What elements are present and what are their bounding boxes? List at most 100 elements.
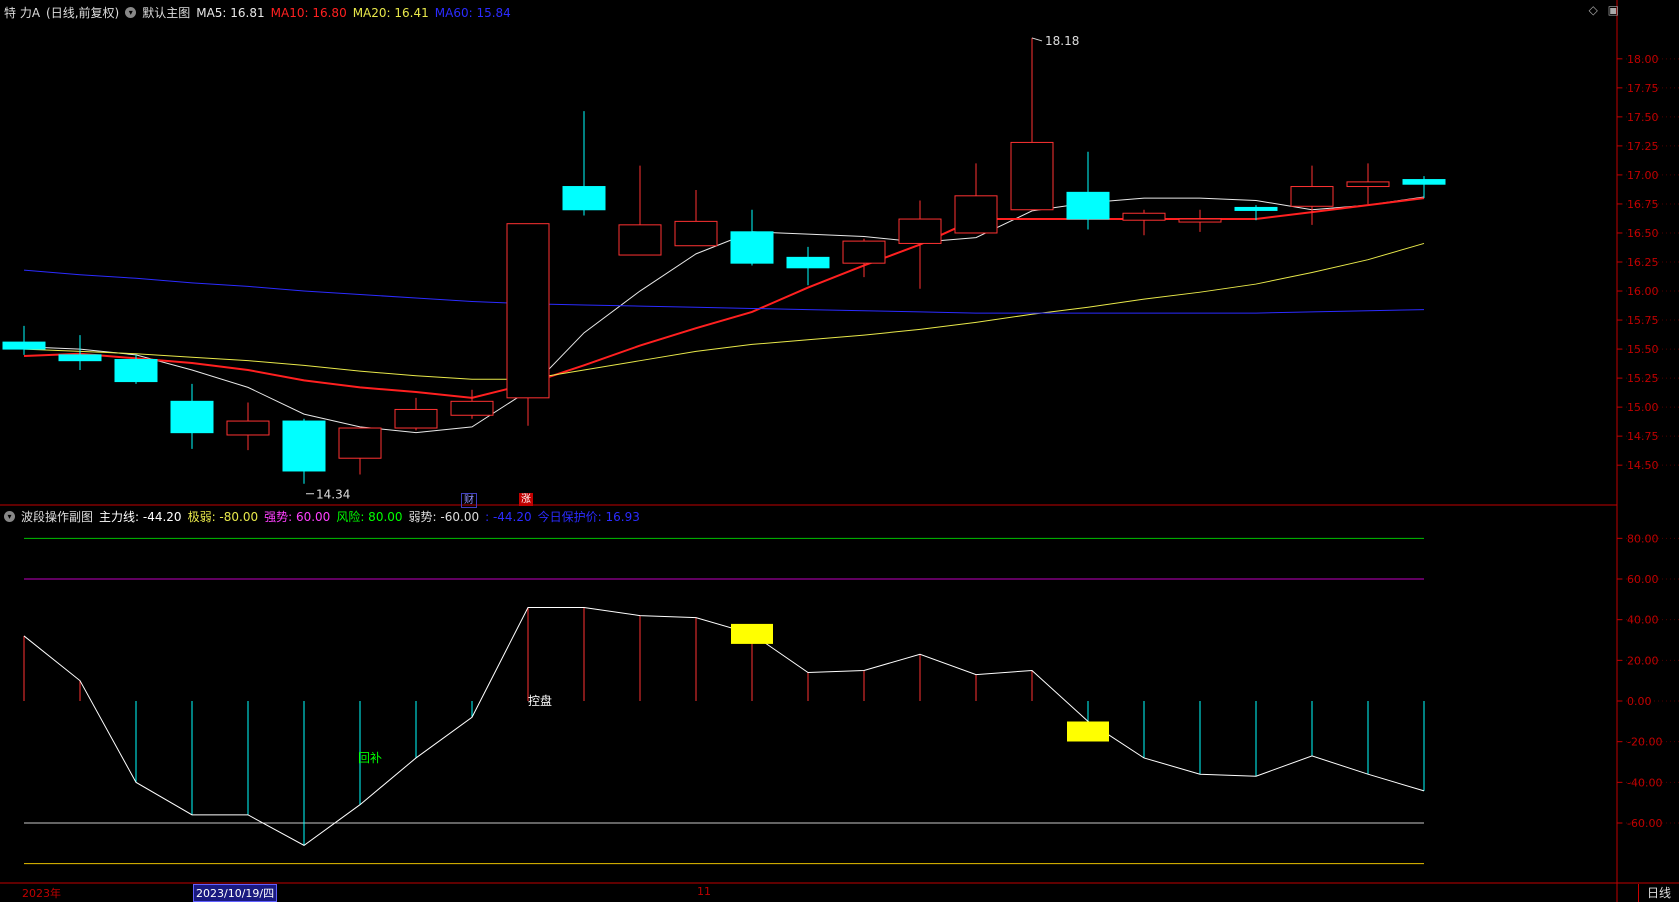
candle [338, 427, 382, 475]
candle [226, 402, 270, 451]
candle-body [898, 218, 942, 244]
ma-line-ma5 [23, 196, 1425, 434]
price-tick-label: 16.25 [1627, 256, 1659, 269]
period-label: (日线,前复权) [46, 6, 120, 20]
price-tick-label: 14.75 [1627, 430, 1659, 443]
month-label: 11 [697, 885, 711, 898]
candle-body [1402, 179, 1446, 185]
candle [114, 354, 158, 384]
ma-line-ma60 [23, 269, 1425, 314]
weak-value: 弱势: -60.00 [408, 510, 480, 524]
chart-frame [0, 0, 1679, 902]
price-tick-label: 15.75 [1627, 314, 1659, 327]
candle-body [1010, 141, 1054, 211]
candle [618, 165, 662, 256]
candle-body [226, 420, 270, 436]
candle-body [730, 231, 774, 264]
risk-value: 风险: 80.00 [336, 510, 403, 524]
candle [282, 418, 326, 484]
candle [1066, 151, 1110, 230]
indicator-menu-icon[interactable]: ▾ [4, 511, 15, 522]
candle-body [1066, 191, 1110, 220]
indicator-tick-label: 0.00 [1627, 695, 1652, 708]
main-price-axis: 18.00 17.75 17.50 17.25 17.00 16.75 16.50 16.25… [1617, 53, 1679, 472]
signal-box [731, 623, 773, 644]
candle [170, 383, 214, 449]
cursor-date-label: 2023/10/19/四 [193, 884, 278, 902]
candle-body [954, 195, 998, 234]
main-force-line [23, 606, 1425, 846]
candle-body [1234, 206, 1278, 211]
year-label: 2023年 [22, 887, 61, 900]
indicator-tick-label: 80.00 [1627, 532, 1659, 545]
candle-body [394, 408, 438, 429]
indicator-plot [23, 537, 1425, 865]
price-tick-label: 16.50 [1627, 227, 1659, 240]
price-tick-label: 17.00 [1627, 169, 1659, 182]
chart-toolbar: ◇ ▣ [1589, 3, 1619, 17]
huibu-label: 回补 [358, 751, 382, 765]
ma-line-ma10 [23, 197, 1425, 399]
diamond-icon[interactable]: ◇ [1589, 3, 1598, 17]
candle-body [674, 220, 718, 247]
cost-price-value: 今日保护价: 16.93 [537, 510, 640, 524]
candle-body [1346, 181, 1390, 188]
price-tick-label: 16.75 [1627, 198, 1659, 211]
candle [1122, 209, 1166, 236]
price-tick-label: 18.00 [1627, 53, 1659, 66]
price-tick-label: 14.50 [1627, 459, 1659, 472]
candle [730, 209, 774, 266]
candle-body [618, 224, 662, 256]
candle-body [282, 420, 326, 472]
ma20-value: MA20: 16.41 [352, 5, 429, 20]
indicator-axis: 80.00 60.00 40.00 20.00 0.00 -20.00 -40.00 -60.… [1617, 532, 1679, 830]
candlesticks [2, 37, 1446, 484]
period-button[interactable]: 日线 [1638, 884, 1679, 902]
template-label[interactable]: 默认主图 [142, 4, 190, 21]
candle-body [338, 427, 382, 459]
indicator-tick-label: 60.00 [1627, 573, 1659, 586]
strong-value: 强势: 60.00 [264, 510, 331, 524]
candle-body [506, 223, 550, 399]
dropdown-circle-icon[interactable]: ▾ [125, 7, 137, 18]
high-pointer [1031, 37, 1043, 42]
candle [1178, 209, 1222, 232]
ma10-value: MA10: 16.80 [270, 5, 347, 20]
indicator-tick-label: 40.00 [1627, 614, 1659, 627]
indicator-header: ▾ 波段操作副图 主力线: -44.20 极弱: -80.00 强势: 60.0… [4, 508, 640, 525]
candle [786, 246, 830, 286]
candle-body [114, 359, 158, 383]
candle [562, 111, 606, 216]
candle [954, 163, 998, 234]
candle-body [562, 186, 606, 211]
indicator-name[interactable]: 波段操作副图 [21, 508, 93, 525]
high-price-label: 18.18 [1045, 34, 1079, 48]
candle-body [1122, 212, 1166, 221]
price-tick-label: 17.50 [1627, 111, 1659, 124]
candle [1010, 37, 1054, 211]
candle [506, 223, 550, 426]
indicator-tick-label: -60.00 [1627, 817, 1662, 830]
candle-body [2, 341, 46, 350]
rise-marker[interactable]: 涨 [519, 493, 533, 506]
expand-icon[interactable]: ▣ [1608, 3, 1619, 17]
kline-chart[interactable]: 18.00 17.75 17.50 17.25 17.00 16.75 16.50 16.25… [0, 0, 1679, 902]
candle-body [842, 240, 886, 264]
finance-marker[interactable]: 财 [461, 493, 477, 508]
candle-body [1290, 186, 1334, 207]
candle-body [170, 400, 214, 434]
chart-labels: 18.18 14.34 控盘 回补 [306, 34, 1079, 765]
price-tick-label: 16.00 [1627, 285, 1659, 298]
candle [1402, 176, 1446, 199]
candle [394, 397, 438, 431]
ma60-value: MA60: 15.84 [434, 5, 511, 20]
stock-name[interactable]: 特 力A [4, 4, 40, 21]
price-tick-label: 15.00 [1627, 401, 1659, 414]
price-tick-label: 17.25 [1627, 140, 1659, 153]
moving-average-lines [23, 196, 1425, 434]
candle-body [58, 354, 102, 362]
kongpan-label: 控盘 [528, 693, 552, 708]
weak-extreme-value: 极弱: -80.00 [187, 510, 259, 524]
candle-body [786, 256, 830, 269]
ma5-value: MA5: 16.81 [196, 5, 265, 20]
